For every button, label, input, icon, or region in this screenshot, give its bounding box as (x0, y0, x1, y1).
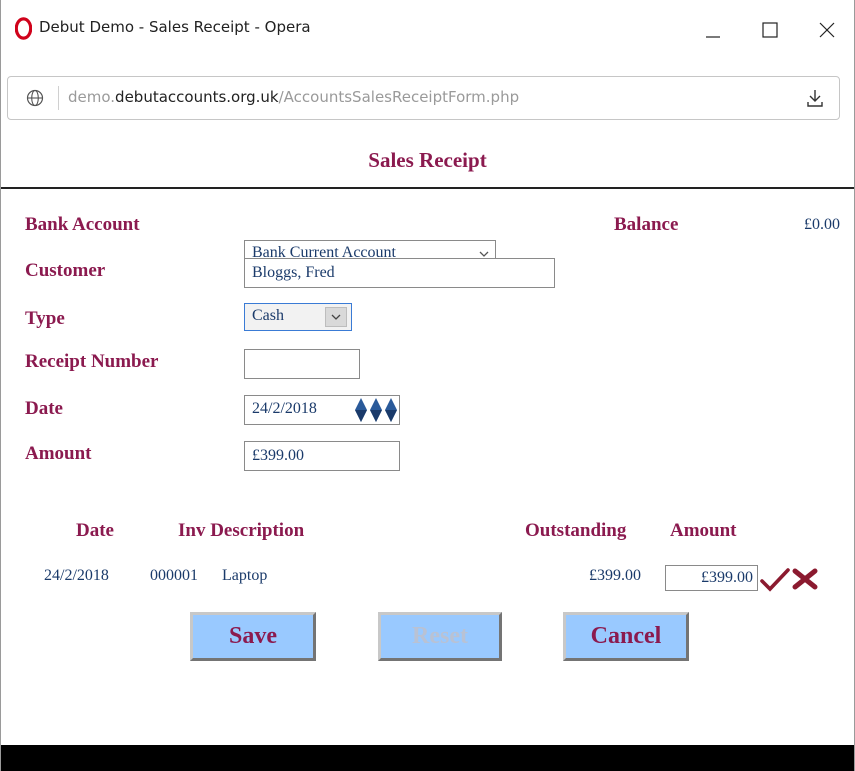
title-divider (1, 187, 854, 189)
column-header-amount: Amount (670, 520, 737, 541)
row-amount-input[interactable] (665, 565, 758, 591)
address-bar[interactable]: demo.debutaccounts.org.uk/AccountsSalesR… (7, 76, 840, 120)
checkmark-icon[interactable] (760, 568, 790, 592)
date-value: 24/2/2018 (252, 400, 317, 417)
chevron-down-icon (331, 314, 341, 320)
row-outstanding: £399.00 (589, 567, 641, 584)
bank-account-label: Bank Account (25, 214, 140, 235)
opera-logo-icon (15, 17, 32, 40)
amount-label: Amount (25, 443, 92, 464)
date-label: Date (25, 398, 63, 419)
type-label: Type (25, 308, 65, 329)
cross-icon[interactable] (792, 568, 818, 590)
url-text[interactable]: demo.debutaccounts.org.uk/AccountsSalesR… (68, 88, 519, 106)
title-bar: Debut Demo - Sales Receipt - Opera (1, 0, 854, 64)
type-dropdown-button[interactable] (325, 307, 347, 327)
page-content: Sales Receipt Bank Account Bank Current … (1, 136, 854, 771)
type-value: Cash (252, 307, 284, 324)
download-icon[interactable] (805, 88, 825, 108)
close-icon (819, 22, 835, 38)
minimize-button[interactable] (690, 12, 736, 48)
maximize-icon (762, 22, 778, 38)
window-title: Debut Demo - Sales Receipt - Opera (39, 18, 311, 36)
column-header-outstanding: Outstanding (525, 520, 627, 541)
row-description: Laptop (222, 567, 268, 584)
type-select[interactable]: Cash (244, 303, 352, 331)
date-spinner-icon[interactable] (353, 395, 399, 425)
date-input[interactable]: 24/2/2018 (244, 395, 400, 425)
close-button[interactable] (804, 12, 850, 48)
url-domain: debutaccounts.org.uk (115, 88, 279, 106)
receipt-number-input[interactable] (244, 349, 360, 379)
page-title: Sales Receipt (368, 148, 487, 172)
cancel-button[interactable]: Cancel (563, 612, 689, 661)
row-date: 24/2/2018 (44, 567, 109, 584)
address-separator (58, 86, 59, 110)
globe-icon (26, 89, 44, 107)
minimize-icon (706, 36, 720, 38)
footer-bar (1, 745, 854, 771)
balance-label: Balance (614, 214, 679, 235)
customer-label: Customer (25, 260, 106, 281)
balance-value: £0.00 (804, 216, 840, 233)
column-header-date: Date (76, 520, 114, 541)
amount-input[interactable] (244, 441, 400, 471)
row-inv: 000001 (150, 567, 198, 584)
url-path: /AccountsSalesReceiptForm.php (278, 88, 520, 106)
column-header-inv-description: Inv Description (178, 520, 305, 541)
save-button[interactable]: Save (190, 612, 316, 661)
customer-input[interactable] (244, 258, 555, 288)
reset-button[interactable]: Reset (378, 612, 502, 661)
browser-window: Debut Demo - Sales Receipt - Opera demo.… (0, 0, 855, 771)
maximize-button[interactable] (747, 12, 793, 48)
receipt-number-label: Receipt Number (25, 351, 159, 372)
url-prefix: demo. (68, 88, 116, 106)
